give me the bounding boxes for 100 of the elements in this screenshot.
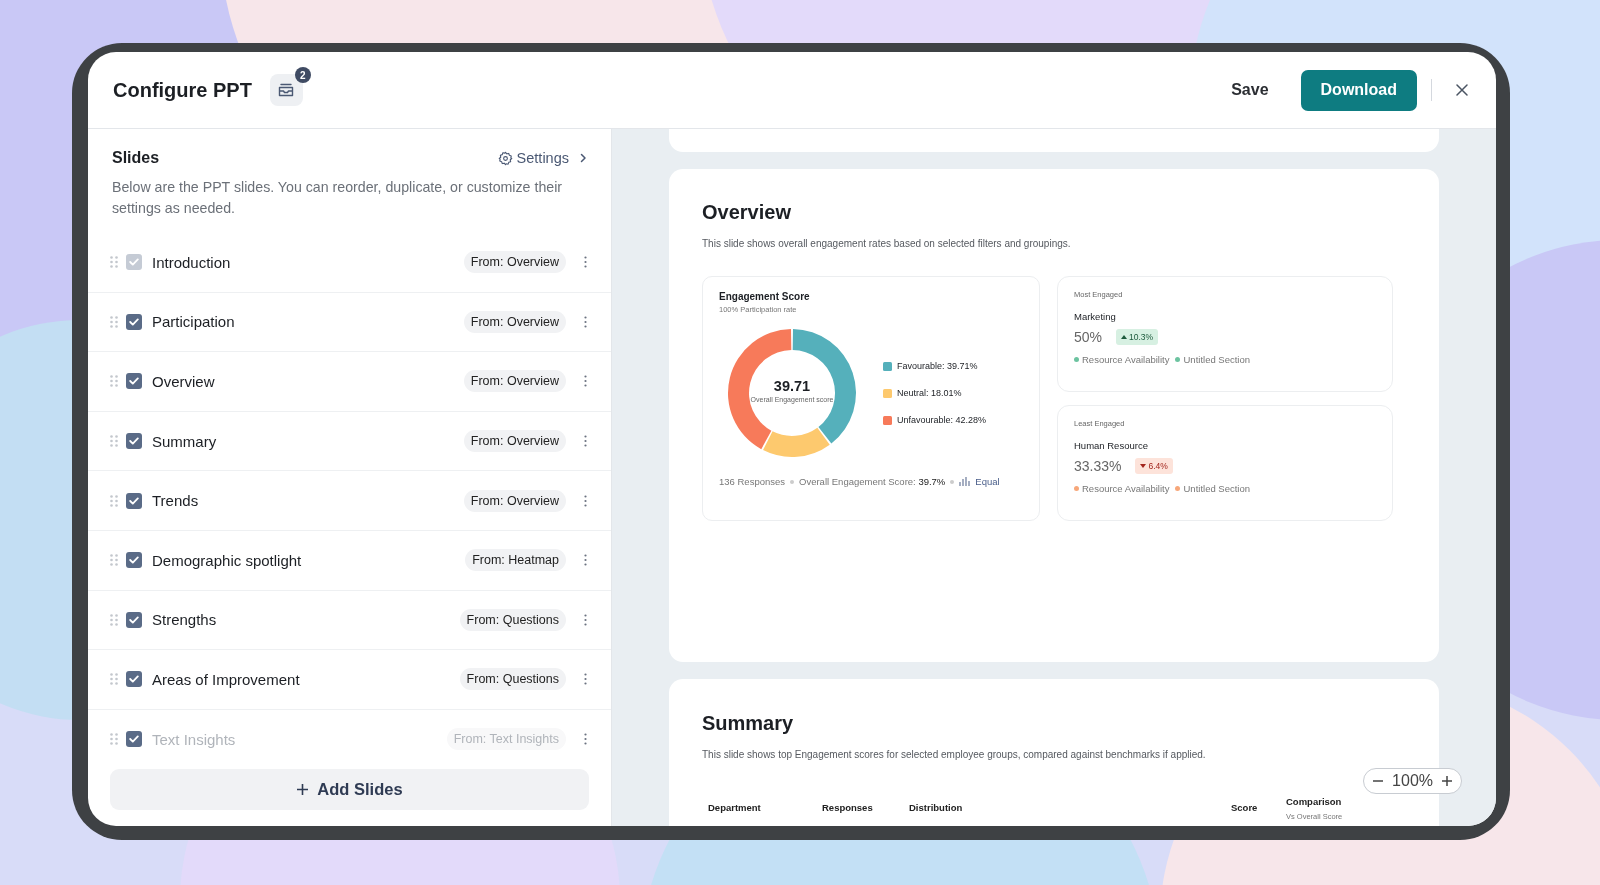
source-tag: From: Heatmap xyxy=(465,549,566,572)
column-header: Distribution xyxy=(909,801,964,813)
slide-description: This slide shows overall engagement rates based on selected filters and groupings. xyxy=(702,238,1072,249)
column-header: Comparison xyxy=(1286,796,1343,807)
drag-handle-icon[interactable] xyxy=(110,494,118,507)
more-icon xyxy=(584,435,587,448)
more-button[interactable] xyxy=(584,315,587,328)
card-title: Engagement Score xyxy=(719,291,811,302)
section-tag: Untitled Section xyxy=(1175,483,1251,494)
slide-name: Summary xyxy=(152,432,218,450)
checkbox[interactable] xyxy=(126,731,142,748)
slide-name: Overview xyxy=(152,373,216,390)
group-name: Human Resource xyxy=(1074,440,1149,451)
plus-icon xyxy=(1441,775,1453,787)
more-icon xyxy=(584,673,587,686)
source-tag: From: Overview xyxy=(463,310,566,333)
change-badge: 10.3% xyxy=(1116,329,1159,345)
column-header: Responses xyxy=(822,801,874,813)
inbox-icon xyxy=(278,83,295,97)
more-button[interactable] xyxy=(584,435,587,448)
more-button[interactable] xyxy=(584,613,587,626)
checkbox[interactable] xyxy=(126,611,142,628)
more-icon xyxy=(584,256,587,269)
check-icon xyxy=(129,377,139,386)
slide-name: Text Insights xyxy=(152,730,237,748)
group-name: Marketing xyxy=(1074,311,1117,322)
checkbox[interactable] xyxy=(126,313,142,330)
more-button[interactable] xyxy=(584,673,587,686)
more-button[interactable] xyxy=(584,733,587,746)
count-badge: 2 xyxy=(294,67,311,83)
check-icon xyxy=(129,675,139,684)
score-value: 39.71 xyxy=(773,378,811,394)
settings-link[interactable]: Settings xyxy=(497,150,587,166)
more-icon xyxy=(584,315,587,328)
more-button[interactable] xyxy=(584,375,587,388)
check-icon xyxy=(129,735,139,744)
drag-handle-icon[interactable] xyxy=(110,733,118,746)
legend-label: Unfavourable: 42.28% xyxy=(897,415,987,425)
more-icon xyxy=(584,733,587,746)
checkbox[interactable] xyxy=(126,433,142,450)
more-icon xyxy=(584,375,587,388)
triangle-up-icon xyxy=(1121,335,1128,339)
benchmark-status: Equal xyxy=(975,476,1000,487)
check-icon xyxy=(129,496,139,505)
zoom-in-button[interactable] xyxy=(1441,775,1453,787)
section-tag: Resource Availability xyxy=(1074,483,1170,494)
drag-handle-icon[interactable] xyxy=(110,256,118,269)
check-icon xyxy=(129,258,139,267)
checkbox[interactable] xyxy=(126,373,142,390)
slide-title: Summary xyxy=(702,712,795,735)
slide-name: Demographic spotlight xyxy=(152,551,303,569)
triangle-down-icon xyxy=(1140,464,1147,468)
check-icon xyxy=(129,437,139,446)
overall-score: Overall Engagement Score: 39.7% xyxy=(799,476,946,487)
source-tag: From: Overview xyxy=(463,370,566,393)
column-header: Department xyxy=(708,801,762,813)
change-badge: 6.4% xyxy=(1135,458,1173,474)
source-tag: From: Questions xyxy=(459,608,566,631)
section-tag: Resource Availability xyxy=(1074,354,1170,365)
drag-handle-icon[interactable] xyxy=(110,554,118,567)
checkbox[interactable] xyxy=(126,552,142,569)
group-score: 50% xyxy=(1074,329,1103,345)
slide-name: Strengths xyxy=(152,611,218,629)
panel-description: Below are the PPT slides. You can reorder, duplicate, or customize their settings as needed. xyxy=(112,178,564,218)
plus-icon xyxy=(296,783,310,796)
check-icon xyxy=(129,556,139,565)
source-tag: From: Overview xyxy=(463,251,566,274)
checkbox[interactable] xyxy=(126,492,142,509)
chevron-right-icon xyxy=(579,153,587,163)
source-tag: From: Overview xyxy=(463,489,566,512)
checkbox[interactable] xyxy=(126,671,142,688)
save-button[interactable]: Save xyxy=(1219,73,1281,107)
add-slides-button[interactable]: Add Slides xyxy=(110,769,589,810)
slide-description: This slide shows top Engagement scores for selected employee groups, compared against benchmarks if applied. xyxy=(702,749,1207,760)
slide-name: Areas of Improvement xyxy=(152,670,301,688)
slide-name: Trends xyxy=(152,492,200,510)
responses-count: 136 Responses xyxy=(719,476,786,487)
more-button[interactable] xyxy=(584,494,587,507)
source-tag: From: Text Insights xyxy=(446,728,566,751)
panel-title: Slides xyxy=(112,149,160,167)
settings-icon xyxy=(497,150,513,166)
group-score: 33.33% xyxy=(1074,458,1122,474)
drag-handle-icon[interactable] xyxy=(110,375,118,388)
source-tag: From: Overview xyxy=(463,430,566,453)
slide-name: Introduction xyxy=(152,253,232,271)
drag-handle-icon[interactable] xyxy=(110,435,118,448)
download-button[interactable]: Download xyxy=(1300,69,1417,111)
drag-handle-icon[interactable] xyxy=(110,613,118,626)
bar-chart-icon xyxy=(959,477,971,486)
drag-handle-icon[interactable] xyxy=(110,673,118,686)
more-button[interactable] xyxy=(584,554,587,567)
section-tag: Untitled Section xyxy=(1175,354,1251,365)
more-button[interactable] xyxy=(584,256,587,269)
drag-handle-icon[interactable] xyxy=(110,315,118,328)
more-icon xyxy=(584,554,587,567)
check-icon xyxy=(129,317,139,326)
slide-name: Participation xyxy=(152,313,236,331)
dialog-title: Configure PPT xyxy=(113,78,252,102)
zoom-level: 100% xyxy=(1392,772,1433,790)
legend-label: Favourable: 39.71% xyxy=(897,361,978,371)
